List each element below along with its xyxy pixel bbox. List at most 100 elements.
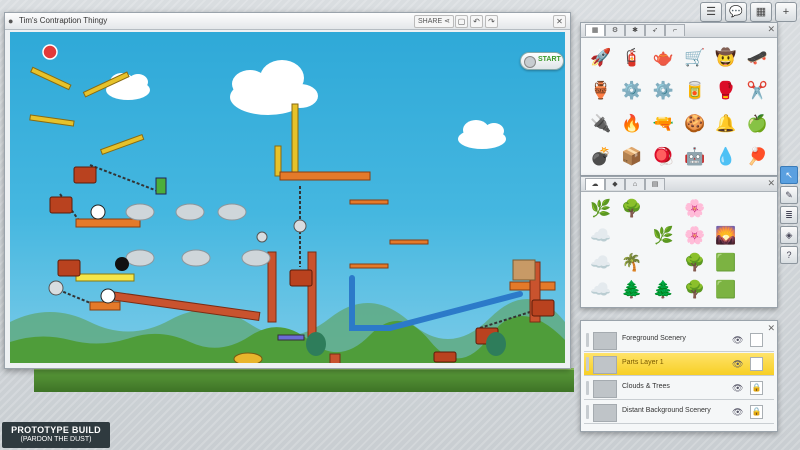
tab-rock-icon[interactable]: ◆ xyxy=(605,178,625,190)
game-stage[interactable]: START xyxy=(10,32,565,363)
scenery-item[interactable]: 🌿 xyxy=(585,195,616,222)
help-icon[interactable]: ? xyxy=(780,246,798,264)
layer-row[interactable]: Parts Layer 1 👁 xyxy=(584,353,774,376)
parts-grid: 🚀 🧯 🫖 🛒 🤠 🛹 🏺 ⚙️ ⚙️ 🥫 🥊 ✂️ 🔌 🔥 🔫 🍪 🔔 🍏 💣 📦 🪀 🤖 💧 🏓 xyxy=(585,41,773,173)
part-item[interactable]: 🥊 xyxy=(710,74,741,107)
part-item[interactable]: ✂️ xyxy=(742,74,773,107)
layer-row[interactable]: Clouds & Trees 👁 🔒 xyxy=(584,377,774,400)
part-item[interactable]: 🛹 xyxy=(742,41,773,74)
drag-handle[interactable] xyxy=(586,405,589,419)
scenery-item[interactable]: 🌲 xyxy=(616,276,647,303)
layers-icon[interactable]: ≣ xyxy=(780,206,798,224)
part-item[interactable]: 🫖 xyxy=(648,41,679,74)
part-item[interactable]: 🏓 xyxy=(742,140,773,173)
close-icon[interactable]: ✕ xyxy=(767,178,775,189)
layer-row[interactable]: Foreground Scenery 👁 xyxy=(584,329,774,352)
plus-icon[interactable]: + xyxy=(775,2,797,22)
scenery-item[interactable]: ☁️ xyxy=(585,276,616,303)
scenery-item[interactable]: 🌲 xyxy=(648,276,679,303)
seesaw xyxy=(349,263,389,269)
tab-gear-icon[interactable]: ⚙ xyxy=(605,24,625,36)
pencil-icon[interactable]: ✎ xyxy=(780,186,798,204)
part-item[interactable]: 🔔 xyxy=(710,107,741,140)
part-item[interactable]: 🔌 xyxy=(585,107,616,140)
tab-gun-icon[interactable]: ⌐ xyxy=(665,24,685,36)
tab-rocket-icon[interactable]: ➶ xyxy=(645,24,665,36)
scenery-item[interactable]: 🌳 xyxy=(679,249,710,276)
scenery-item[interactable]: 🌸 xyxy=(679,222,710,249)
scenery-item[interactable] xyxy=(616,222,647,249)
scenery-item[interactable]: 🌿 xyxy=(648,222,679,249)
tab-building-icon[interactable]: ▤ xyxy=(645,178,665,190)
scenery-item[interactable] xyxy=(710,195,741,222)
scenery-item[interactable]: 🌴 xyxy=(616,249,647,276)
part-item[interactable]: 🏺 xyxy=(585,74,616,107)
part-item[interactable]: 🔫 xyxy=(648,107,679,140)
part-item[interactable]: 🛒 xyxy=(679,41,710,74)
soccer-ball xyxy=(90,204,106,220)
part-item[interactable]: 🍪 xyxy=(679,107,710,140)
tab-house-icon[interactable]: ⌂ xyxy=(625,178,645,190)
editor-titlebar[interactable]: ● Tim's Contraption Thingy SHARE ⋖ ▢ ↶ ↷… xyxy=(5,13,570,30)
scenery-item[interactable]: ☁️ xyxy=(585,222,616,249)
lock-icon[interactable]: 🔒 xyxy=(750,381,763,395)
yellow-conveyor xyxy=(75,273,135,282)
part-item[interactable]: 🤠 xyxy=(710,41,741,74)
eye-icon[interactable]: 👁 xyxy=(732,407,743,418)
eye-icon[interactable]: 👁 xyxy=(732,335,743,346)
prototype-badge: PROTOTYPE BUILD (PARDON THE DUST) xyxy=(2,422,110,448)
pin-icon[interactable]: ● xyxy=(8,16,13,26)
drag-handle[interactable] xyxy=(586,333,589,347)
part-item[interactable]: 🪀 xyxy=(648,140,679,173)
tab-cloud-icon[interactable]: ☁ xyxy=(585,178,605,190)
undo-icon[interactable]: ↶ xyxy=(470,15,483,28)
lock-icon[interactable] xyxy=(750,357,763,371)
scenery-item[interactable]: 🟩 xyxy=(710,249,741,276)
background-world-strip xyxy=(34,368,574,392)
part-item[interactable]: ⚙️ xyxy=(648,74,679,107)
scenery-item[interactable] xyxy=(742,222,773,249)
scenery-item[interactable]: 🌳 xyxy=(679,276,710,303)
scenery-item[interactable]: 🌳 xyxy=(616,195,647,222)
part-item[interactable]: 🥫 xyxy=(679,74,710,107)
part-item[interactable]: 🤖 xyxy=(679,140,710,173)
list-icon[interactable]: ☰ xyxy=(700,2,722,22)
share-button[interactable]: SHARE ⋖ xyxy=(414,15,454,28)
start-toggle[interactable]: START xyxy=(520,52,564,70)
drag-handle[interactable] xyxy=(586,357,589,371)
part-item[interactable]: 📦 xyxy=(616,140,647,173)
square-icon[interactable]: ▢ xyxy=(455,15,468,28)
cube-icon[interactable]: ◈ xyxy=(780,226,798,244)
grid-icon[interactable]: ▦ xyxy=(750,2,772,22)
part-item[interactable]: 🔥 xyxy=(616,107,647,140)
scenery-item[interactable] xyxy=(742,195,773,222)
scenery-item[interactable] xyxy=(648,249,679,276)
lock-icon[interactable]: 🔒 xyxy=(750,405,763,419)
lock-icon[interactable] xyxy=(750,333,763,347)
drag-handle[interactable] xyxy=(586,381,589,395)
part-item[interactable]: 🧯 xyxy=(616,41,647,74)
close-icon[interactable]: ✕ xyxy=(553,15,566,28)
layer-row[interactable]: Distant Background Scenery 👁 🔒 xyxy=(584,401,774,424)
cursor-icon[interactable]: ↖ xyxy=(780,166,798,184)
scenery-item[interactable] xyxy=(742,276,773,303)
part-item[interactable]: 🚀 xyxy=(585,41,616,74)
part-item[interactable]: 🍏 xyxy=(742,107,773,140)
chat-icon[interactable]: 💬 xyxy=(725,2,747,22)
eye-icon[interactable]: 👁 xyxy=(732,383,743,394)
part-item[interactable]: 💣 xyxy=(585,140,616,173)
close-icon[interactable]: ✕ xyxy=(767,24,775,35)
scenery-item[interactable]: 🌄 xyxy=(710,222,741,249)
part-item[interactable]: 💧 xyxy=(710,140,741,173)
tab-grid-icon[interactable]: ▦ xyxy=(585,24,605,36)
part-item[interactable]: ⚙️ xyxy=(616,74,647,107)
scenery-item[interactable] xyxy=(648,195,679,222)
scenery-item[interactable] xyxy=(742,249,773,276)
scenery-item[interactable]: 🟩 xyxy=(710,276,741,303)
scenery-item[interactable]: 🌸 xyxy=(679,195,710,222)
animal-cage xyxy=(57,259,81,277)
redo-icon[interactable]: ↷ xyxy=(485,15,498,28)
scenery-item[interactable]: ☁️ xyxy=(585,249,616,276)
eye-icon[interactable]: 👁 xyxy=(732,359,743,370)
tab-settings-icon[interactable]: ✱ xyxy=(625,24,645,36)
